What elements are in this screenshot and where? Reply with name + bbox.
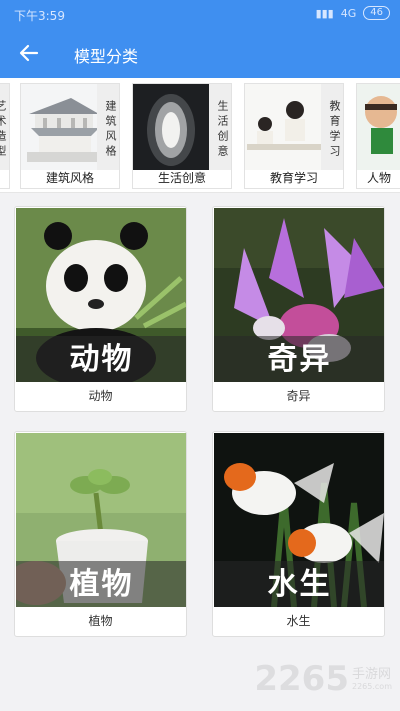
battery-icon: 46 bbox=[363, 6, 390, 20]
category-strip[interactable]: 艺术造型 建筑风格 建筑风格 生活创意 生活创意 教育学习 教育学习 人物 bbox=[0, 78, 400, 193]
watermark-brand: 2265 bbox=[254, 659, 349, 699]
category-card-animal[interactable]: 动物 动物 bbox=[14, 206, 187, 412]
card-image: 动物 bbox=[16, 208, 186, 382]
app-bar: 下午3:59 ▮▮▮ 4G 46 模型分类 bbox=[0, 0, 400, 78]
watermark-site-name: 手游网 bbox=[352, 666, 392, 682]
card-title: 植物 bbox=[69, 567, 134, 602]
category-item-life[interactable]: 生活创意 生活创意 bbox=[132, 83, 232, 189]
card-image: 奇异 bbox=[214, 208, 384, 382]
card-title: 水生 bbox=[267, 567, 332, 602]
category-label: 生活创意 bbox=[157, 171, 206, 185]
category-item-architecture[interactable]: 建筑风格 建筑风格 bbox=[20, 83, 120, 189]
category-card-aquatic[interactable]: 水生 水生 bbox=[212, 431, 385, 637]
card-caption: 奇异 bbox=[286, 389, 311, 403]
status-time: 下午3:59 bbox=[14, 9, 65, 23]
category-card-plant[interactable]: 植物 植物 bbox=[14, 431, 187, 637]
card-caption: 植物 bbox=[88, 614, 113, 628]
category-vertical-label: 生活创意 bbox=[209, 84, 231, 170]
category-thumbnail bbox=[357, 84, 400, 170]
watermark: 2265 手游网 2265.com bbox=[254, 659, 392, 699]
page-title: 模型分类 bbox=[74, 47, 139, 66]
category-item-art[interactable]: 艺术造型 bbox=[0, 83, 10, 189]
category-item-people[interactable]: 人物 bbox=[356, 83, 400, 189]
card-title: 奇异 bbox=[267, 342, 332, 377]
status-icons: ▮▮▮ 4G 46 bbox=[316, 6, 390, 20]
status-bar: 下午3:59 ▮▮▮ 4G 46 bbox=[0, 0, 400, 28]
category-label: 教育学习 bbox=[269, 171, 318, 185]
watermark-url: 2265.com bbox=[352, 681, 392, 691]
category-vertical-label: 艺术造型 bbox=[0, 84, 9, 170]
category-item-education[interactable]: 教育学习 教育学习 bbox=[244, 83, 344, 189]
back-button[interactable] bbox=[14, 38, 44, 68]
card-image: 水生 bbox=[214, 433, 384, 607]
card-caption: 水生 bbox=[286, 614, 311, 628]
arrow-left-icon bbox=[19, 44, 39, 62]
card-title: 动物 bbox=[69, 342, 134, 377]
card-image: 植物 bbox=[16, 433, 186, 607]
signal-icon: ▮▮▮ bbox=[315, 6, 334, 20]
category-vertical-label: 教育学习 bbox=[321, 84, 343, 170]
card-caption: 动物 bbox=[88, 389, 113, 403]
category-card-exotic[interactable]: 奇异 奇异 bbox=[212, 206, 385, 412]
category-vertical-label: 建筑风格 bbox=[97, 84, 119, 170]
category-label: 人物 bbox=[366, 171, 391, 185]
category-label: 建筑风格 bbox=[45, 171, 94, 185]
network-type: 4G bbox=[340, 6, 357, 20]
